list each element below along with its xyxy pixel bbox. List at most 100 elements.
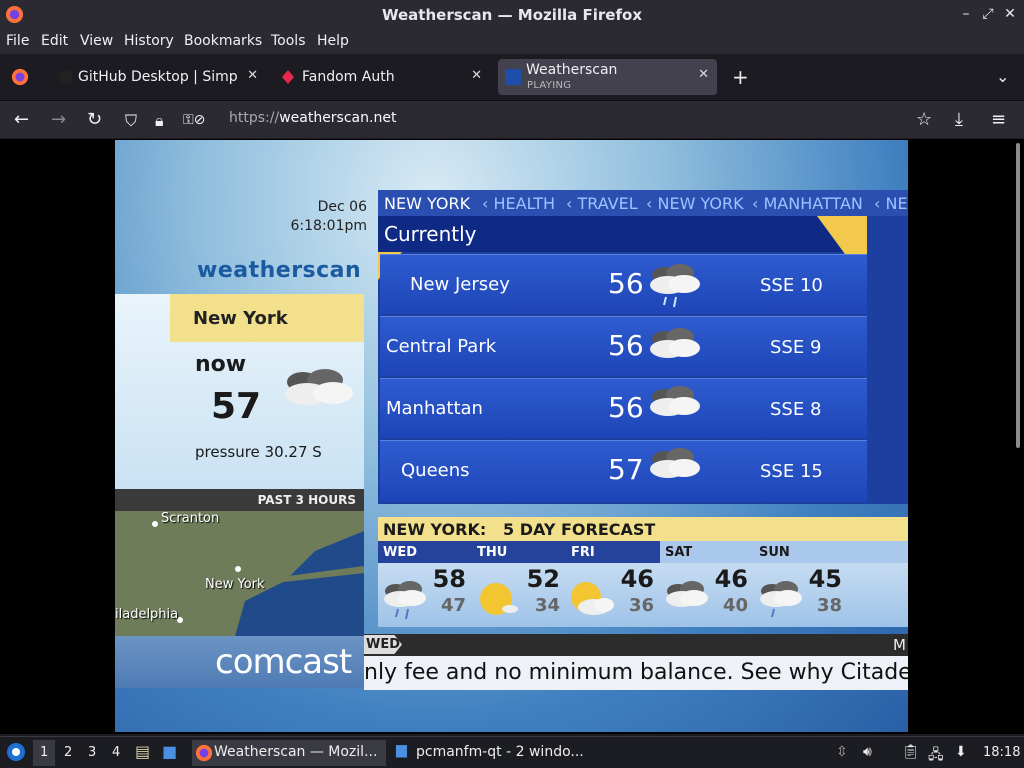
downloads-icon[interactable]: ⤓ [955,109,963,130]
menu-edit[interactable]: Edit [41,33,68,49]
close-icon[interactable]: ✕ [1004,6,1016,22]
maximize-icon[interactable]: ⤢ [982,6,994,22]
strip-day-tag: WED [364,635,402,654]
menu-help[interactable]: Help [317,33,349,49]
day-low: 40 [722,595,748,616]
workspace-3[interactable]: 3 [88,745,96,760]
cloud-icon [650,386,700,416]
firefox-view-icon[interactable] [11,68,29,86]
permissions-icon[interactable]: ⚿⊘ [183,112,205,128]
file-manager-icon[interactable]: ▤ [135,742,150,761]
currently-title: Currently [384,222,477,246]
url-host: weatherscan.net [279,110,397,126]
clipboard-icon[interactable]: 📋︎ [902,744,920,760]
menu-history[interactable]: History [124,33,174,49]
reload-icon[interactable]: ↻ [87,109,102,130]
clock[interactable]: 18:18 [983,745,1020,760]
day-low: 47 [440,595,466,616]
start-menu-icon[interactable] [6,742,26,762]
network-icon[interactable]: 🖧 [928,744,944,768]
day-high: 46 [714,565,748,593]
map-city-marker [152,521,158,527]
task-pcmanfm[interactable]: ▆ pcmanfm-qt - 2 windo... [394,740,594,766]
current-temperature: 57 [211,386,262,427]
row-wind: SSE 8 [770,399,822,420]
workspace-4[interactable]: 4 [112,745,120,760]
conditions-row: Queens 57 SSE 15 [380,440,867,502]
tab-close-icon[interactable]: ✕ [698,67,709,82]
row-location: Queens [401,460,470,481]
url-protocol: https:// [229,110,280,126]
map-label-scranton: Scranton [161,511,220,526]
forward-icon[interactable]: → [51,109,66,130]
map-city-marker [235,566,241,572]
workspace-1[interactable]: 1 [40,745,48,760]
url-bar[interactable]: https://weatherscan.net [229,110,396,126]
day-name: SAT [665,545,693,560]
location-header: New York [170,294,364,342]
update-icon[interactable]: ⬇ [955,744,967,760]
day-low: 36 [628,595,654,616]
workspace-2[interactable]: 2 [64,745,72,760]
volume-icon[interactable]: 🔊︎ [863,744,872,760]
ticker-item: ‹ HEALTH [482,194,556,213]
forecast-day: THU 52 34 [472,541,566,627]
new-tab-icon[interactable]: + [732,65,749,89]
date-label: Dec 06 [317,199,367,215]
weatherscan-logo: weatherscan [197,258,362,283]
tab-label: GitHub Desktop | Simple [78,69,238,85]
tab-weatherscan[interactable]: Weatherscan PLAYING ✕ [498,59,717,95]
tab-fandom[interactable]: Fandom Auth ✕ [274,60,490,94]
forecast-header: NEW YORK: 5 DAY FORECAST [378,517,908,541]
radar-map: Scranton New York iladelphia [115,511,364,636]
menu-tools[interactable]: Tools [271,33,306,49]
ticker-item: ‹ TRAVEL [566,194,638,213]
currently-header: Currently [378,216,867,252]
now-label: now [195,352,247,377]
five-day-forecast: NEW YORK: 5 DAY FORECAST WED 58 47 THU 5… [378,517,908,627]
location-ticker: NEW YORK ‹ HEALTH ‹ TRAVEL ‹ NEW YORK ‹ … [378,190,908,216]
list-tabs-icon[interactable]: ⌄ [996,67,1009,86]
menu-icon[interactable]: ≡ [991,109,1006,130]
forecast-day: WED 58 47 [378,541,472,627]
tab-close-icon[interactable]: ✕ [247,68,258,83]
menu-file[interactable]: File [6,33,29,49]
cloud-icon [666,581,708,607]
minimize-icon[interactable]: – [960,6,972,22]
day-name: FRI [571,545,595,560]
current-conditions-panel: NEW YORK ‹ HEALTH ‹ TRAVEL ‹ NEW YORK ‹ … [378,190,908,504]
tab-close-icon[interactable]: ✕ [471,68,482,83]
conditions-row: Manhattan 56 SSE 8 [380,378,867,438]
fandom-icon [282,70,294,84]
row-wind: SSE 9 [770,337,822,358]
back-icon[interactable]: ← [14,109,29,130]
navigation-bar: ← → ↻ ⛉ 🔒︎ ⚿⊘ https://weatherscan.net ☆ … [0,100,1024,138]
row-temperature: 56 [608,391,644,424]
crawl-header-strip: WED M [364,634,908,656]
bookmark-star-icon[interactable]: ☆ [916,109,932,130]
rain-cloud-icon [650,264,700,308]
weatherscan-player[interactable]: Dec 06 6:18:01pm weatherscan New York no… [115,140,908,732]
tab-github[interactable]: GitHub Desktop | Simple ✕ [50,60,266,94]
page-scrollbar[interactable] [1016,143,1020,448]
lock-icon[interactable]: 🔒︎ [155,111,164,131]
tab-label: Fandom Auth [302,69,395,85]
ticker-item: NEW YORK [384,194,471,213]
time-label: 6:18:01pm [290,218,368,234]
desktop-icon[interactable]: ■ [162,742,177,761]
menu-bookmarks[interactable]: Bookmarks [184,33,262,49]
day-low: 38 [816,595,842,616]
day-high: 45 [808,565,842,593]
menu-view[interactable]: View [80,33,113,49]
tray-updown-icon[interactable]: ⇳ [836,744,848,760]
day-high: 46 [620,565,654,593]
forecast-day: SAT 46 40 [660,541,754,627]
tab-bar: GitHub Desktop | Simple ✕ Fandom Auth ✕ … [0,54,1024,100]
cloud-icon [650,448,700,478]
row-location: Central Park [386,336,497,357]
strip-day-label: WED [366,637,401,652]
github-icon [59,70,73,84]
task-firefox[interactable]: Weatherscan — Mozil... [192,740,386,766]
shield-icon[interactable]: ⛉ [125,111,137,131]
ticker-item: ‹ NEW YORK [646,194,744,213]
